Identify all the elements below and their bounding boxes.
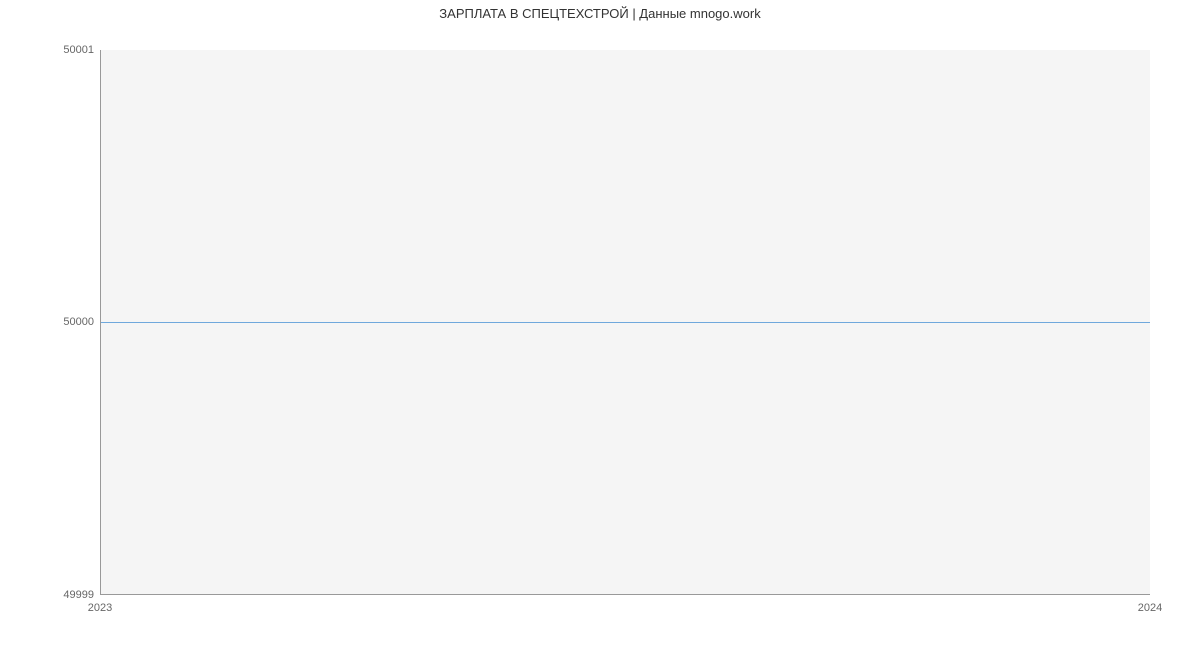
y-tick-label: 49999 bbox=[34, 589, 94, 601]
y-tick-label: 50001 bbox=[34, 44, 94, 56]
data-series-line bbox=[101, 322, 1150, 323]
chart-container: ЗАРПЛАТА В СПЕЦТЕХСТРОЙ | Данные mnogo.w… bbox=[0, 0, 1200, 650]
x-tick-label: 2023 bbox=[88, 602, 112, 614]
chart-title: ЗАРПЛАТА В СПЕЦТЕХСТРОЙ | Данные mnogo.w… bbox=[0, 6, 1200, 21]
x-tick-label: 2024 bbox=[1138, 602, 1162, 614]
y-tick-label: 50000 bbox=[34, 316, 94, 328]
plot-area bbox=[100, 50, 1150, 595]
